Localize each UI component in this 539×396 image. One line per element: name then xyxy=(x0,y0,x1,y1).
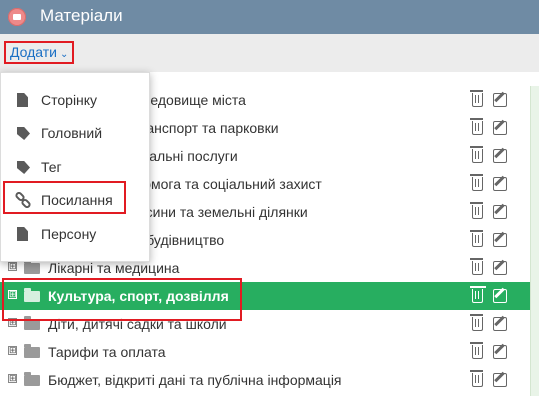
menu-item-label: Сторінку xyxy=(41,92,98,108)
document-icon xyxy=(17,93,28,107)
folder-icon xyxy=(24,260,40,274)
trash-icon[interactable] xyxy=(470,146,483,163)
tree-row-label[interactable]: Тарифи та оплата xyxy=(48,344,166,360)
toolbar xyxy=(0,34,539,72)
menu-item-link[interactable]: Посилання xyxy=(1,185,149,215)
tree-row[interactable]: ⊞ Тарифи та оплата xyxy=(0,338,530,366)
menu-item-person[interactable]: Персону xyxy=(1,219,149,249)
tree-row[interactable]: ⊞ Діти, дитячі садки та школи xyxy=(0,310,530,338)
menu-item-label: Посилання xyxy=(41,192,113,208)
tag-icon xyxy=(17,127,30,140)
trash-icon[interactable] xyxy=(470,174,483,191)
trash-icon[interactable] xyxy=(470,286,483,303)
menu-item-page[interactable]: Сторінку xyxy=(1,85,149,115)
trash-icon[interactable] xyxy=(470,90,483,107)
expand-icon[interactable]: ⊞ xyxy=(8,318,17,327)
expand-icon[interactable]: ⊞ xyxy=(8,262,17,271)
trash-icon[interactable] xyxy=(470,314,483,331)
edit-icon[interactable] xyxy=(493,261,507,275)
add-button-label: Додати xyxy=(10,44,57,60)
link-icon xyxy=(15,192,31,208)
tag-icon xyxy=(17,161,30,174)
expand-icon[interactable]: ⊞ xyxy=(8,290,17,299)
folder-icon xyxy=(24,288,40,302)
trash-icon[interactable] xyxy=(470,342,483,359)
menu-item-tag[interactable]: Тег xyxy=(1,152,149,182)
tree-row-label[interactable]: Діти, дитячі садки та школи xyxy=(48,316,227,332)
chevron-down-icon: ⌄ xyxy=(60,49,69,60)
app-header: Матеріали xyxy=(0,0,539,34)
edit-icon[interactable] xyxy=(493,289,507,303)
edit-icon[interactable] xyxy=(493,317,507,331)
add-dropdown-menu: Сторінку Головний Тег Посилання Персону xyxy=(0,72,150,262)
trash-icon[interactable] xyxy=(470,230,483,247)
edit-icon[interactable] xyxy=(493,121,507,135)
materials-icon xyxy=(8,8,26,26)
tree-row-label[interactable]: Культура, спорт, дозвілля xyxy=(48,288,229,304)
page-title: Матеріали xyxy=(40,6,123,25)
trash-icon[interactable] xyxy=(470,258,483,275)
expand-icon[interactable]: ⊞ xyxy=(8,374,17,383)
document-icon xyxy=(17,227,28,241)
folder-icon xyxy=(24,316,40,330)
menu-item-label: Тег xyxy=(41,159,62,175)
edit-icon[interactable] xyxy=(493,373,507,387)
folder-icon xyxy=(24,344,40,358)
edit-icon[interactable] xyxy=(493,233,507,247)
edit-icon[interactable] xyxy=(493,345,507,359)
tree-row-selected[interactable]: ⊞ Культура, спорт, дозвілля xyxy=(0,282,530,310)
expand-icon[interactable]: ⊞ xyxy=(8,346,17,355)
add-dropdown-button[interactable]: Додати ⌄ xyxy=(4,41,74,64)
folder-icon xyxy=(24,372,40,386)
menu-item-label: Головний xyxy=(41,125,103,141)
edit-icon[interactable] xyxy=(493,177,507,191)
menu-item-label: Персону xyxy=(41,226,97,242)
trash-icon[interactable] xyxy=(470,202,483,219)
edit-icon[interactable] xyxy=(493,205,507,219)
menu-item-main[interactable]: Головний xyxy=(1,118,149,148)
edit-icon[interactable] xyxy=(493,93,507,107)
trash-icon[interactable] xyxy=(470,118,483,135)
scroll-area-strip xyxy=(530,86,539,396)
edit-icon[interactable] xyxy=(493,149,507,163)
trash-icon[interactable] xyxy=(470,370,483,387)
tree-row-label[interactable]: Лікарні та медицина xyxy=(48,260,179,276)
tree-row[interactable]: ⊞ Бюджет, відкриті дані та публічна інфо… xyxy=(0,366,530,394)
tree-row-label[interactable]: Бюджет, відкриті дані та публічна інформ… xyxy=(48,372,342,388)
